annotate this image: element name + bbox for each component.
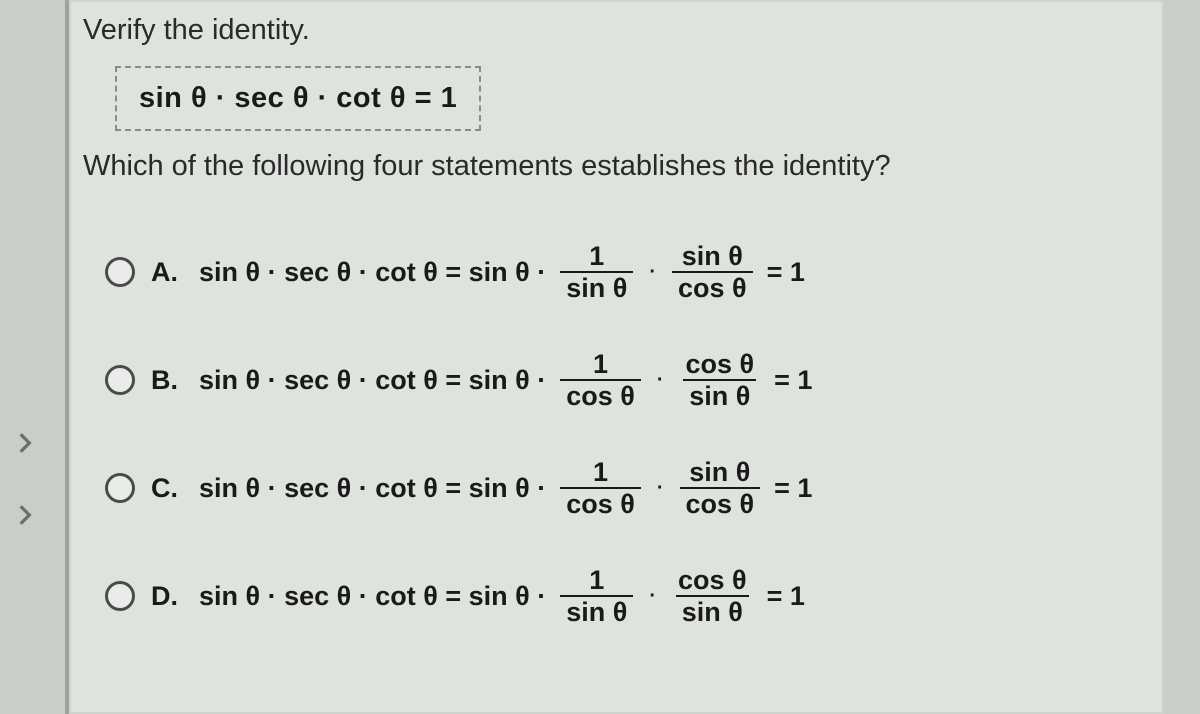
- lhs-text: sin θ · sec θ · cot θ = sin θ ·: [199, 257, 546, 288]
- fraction: 1 sin θ: [560, 566, 633, 627]
- dot-icon: ·: [657, 369, 664, 392]
- rhs-text: = 1: [774, 365, 812, 396]
- option-a[interactable]: A. sin θ · sec θ · cot θ = sin θ · 1 sin…: [105, 240, 812, 304]
- prompt-text: Verify the identity.: [83, 14, 310, 47]
- identity-expression: sin θ · sec θ · cot θ = 1: [139, 82, 457, 114]
- option-label: D.: [151, 581, 185, 612]
- radio-icon[interactable]: [105, 257, 135, 287]
- identity-box: sin θ · sec θ · cot θ = 1: [115, 66, 481, 131]
- options-group: A. sin θ · sec θ · cot θ = sin θ · 1 sin…: [105, 240, 812, 672]
- lhs-text: sin θ · sec θ · cot θ = sin θ ·: [199, 581, 546, 612]
- denominator: sin θ: [683, 379, 756, 410]
- radio-icon[interactable]: [105, 581, 135, 611]
- denominator: sin θ: [560, 271, 633, 302]
- radio-icon[interactable]: [105, 473, 135, 503]
- option-expression: sin θ · sec θ · cot θ = sin θ · 1 cos θ …: [199, 458, 812, 519]
- question-panel: Verify the identity. sin θ · sec θ · cot…: [65, 0, 1164, 714]
- numerator: 1: [583, 242, 610, 271]
- fraction: cos θ sin θ: [680, 350, 761, 411]
- radio-icon[interactable]: [105, 365, 135, 395]
- lhs-text: sin θ · sec θ · cot θ = sin θ ·: [199, 473, 546, 504]
- lhs-text: sin θ · sec θ · cot θ = sin θ ·: [199, 365, 546, 396]
- option-expression: sin θ · sec θ · cot θ = sin θ · 1 sin θ …: [199, 242, 805, 303]
- numerator: sin θ: [676, 242, 749, 271]
- fraction: cos θ sin θ: [672, 566, 753, 627]
- option-expression: sin θ · sec θ · cot θ = sin θ · 1 sin θ …: [199, 566, 805, 627]
- denominator: cos θ: [672, 271, 753, 302]
- option-expression: sin θ · sec θ · cot θ = sin θ · 1 cos θ …: [199, 350, 812, 411]
- option-label: A.: [151, 257, 185, 288]
- denominator: cos θ: [560, 487, 641, 518]
- chevron-right-icon: [12, 502, 38, 528]
- numerator: cos θ: [672, 566, 753, 595]
- rhs-text: = 1: [774, 473, 812, 504]
- question-text: Which of the following four statements e…: [83, 150, 891, 183]
- numerator: 1: [587, 458, 614, 487]
- fraction: 1 cos θ: [560, 458, 641, 519]
- fraction: sin θ cos θ: [672, 242, 753, 303]
- denominator: cos θ: [680, 487, 761, 518]
- fraction: sin θ cos θ: [680, 458, 761, 519]
- fraction: 1 cos θ: [560, 350, 641, 411]
- dot-icon: ·: [649, 585, 656, 608]
- dot-icon: ·: [657, 477, 664, 500]
- option-label: B.: [151, 365, 185, 396]
- fraction: 1 sin θ: [560, 242, 633, 303]
- denominator: cos θ: [560, 379, 641, 410]
- numerator: sin θ: [683, 458, 756, 487]
- numerator: cos θ: [680, 350, 761, 379]
- chevron-right-icon: [12, 430, 38, 456]
- dot-icon: ·: [649, 261, 656, 284]
- option-label: C.: [151, 473, 185, 504]
- numerator: 1: [587, 350, 614, 379]
- rhs-text: = 1: [767, 257, 805, 288]
- denominator: sin θ: [560, 595, 633, 626]
- option-d[interactable]: D. sin θ · sec θ · cot θ = sin θ · 1 sin…: [105, 564, 812, 628]
- numerator: 1: [583, 566, 610, 595]
- option-b[interactable]: B. sin θ · sec θ · cot θ = sin θ · 1 cos…: [105, 348, 812, 412]
- denominator: sin θ: [676, 595, 749, 626]
- rhs-text: = 1: [767, 581, 805, 612]
- option-c[interactable]: C. sin θ · sec θ · cot θ = sin θ · 1 cos…: [105, 456, 812, 520]
